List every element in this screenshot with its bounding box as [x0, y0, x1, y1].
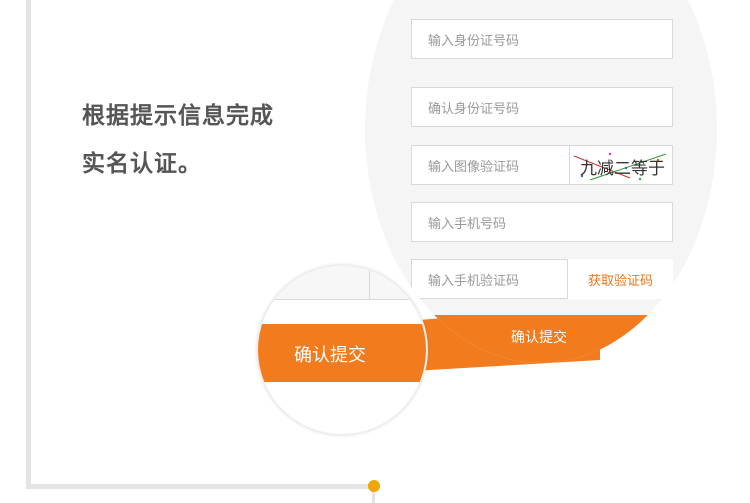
sms-code-placeholder: 输入手机验证码: [428, 273, 520, 289]
zoom-submit-label[interactable]: 确认提交: [294, 341, 366, 367]
confirm-id-field[interactable]: 确认身份证号码: [411, 87, 673, 127]
submit-button-label[interactable]: 确认提交: [511, 327, 567, 347]
magnified-submit-circle: 证码 确认提交: [256, 264, 428, 436]
phone-placeholder: 输入手机号码: [428, 216, 507, 232]
partial-field-text: 证码: [268, 272, 293, 286]
captcha-text: 九减二等于: [580, 159, 665, 179]
confirm-id-placeholder: 确认身份证号码: [428, 101, 520, 117]
get-code-button[interactable]: 获取验证码: [567, 259, 673, 299]
partial-button-stub: [370, 266, 426, 300]
captcha-placeholder: 输入图像验证码: [428, 159, 520, 175]
sms-code-field[interactable]: 输入手机验证码 获取验证码: [411, 259, 673, 299]
partial-field-stub: 证码: [258, 266, 370, 300]
captcha-field[interactable]: 输入图像验证码 九减二等于: [411, 145, 673, 185]
get-code-label: 获取验证码: [587, 273, 653, 289]
id-number-placeholder: 输入身份证号码: [428, 33, 520, 49]
captcha-noise: 九减二等于: [573, 152, 667, 181]
id-number-field[interactable]: 输入身份证号码: [411, 19, 673, 59]
phone-field[interactable]: 输入手机号码: [411, 202, 673, 242]
captcha-image[interactable]: 九减二等于: [569, 145, 673, 185]
